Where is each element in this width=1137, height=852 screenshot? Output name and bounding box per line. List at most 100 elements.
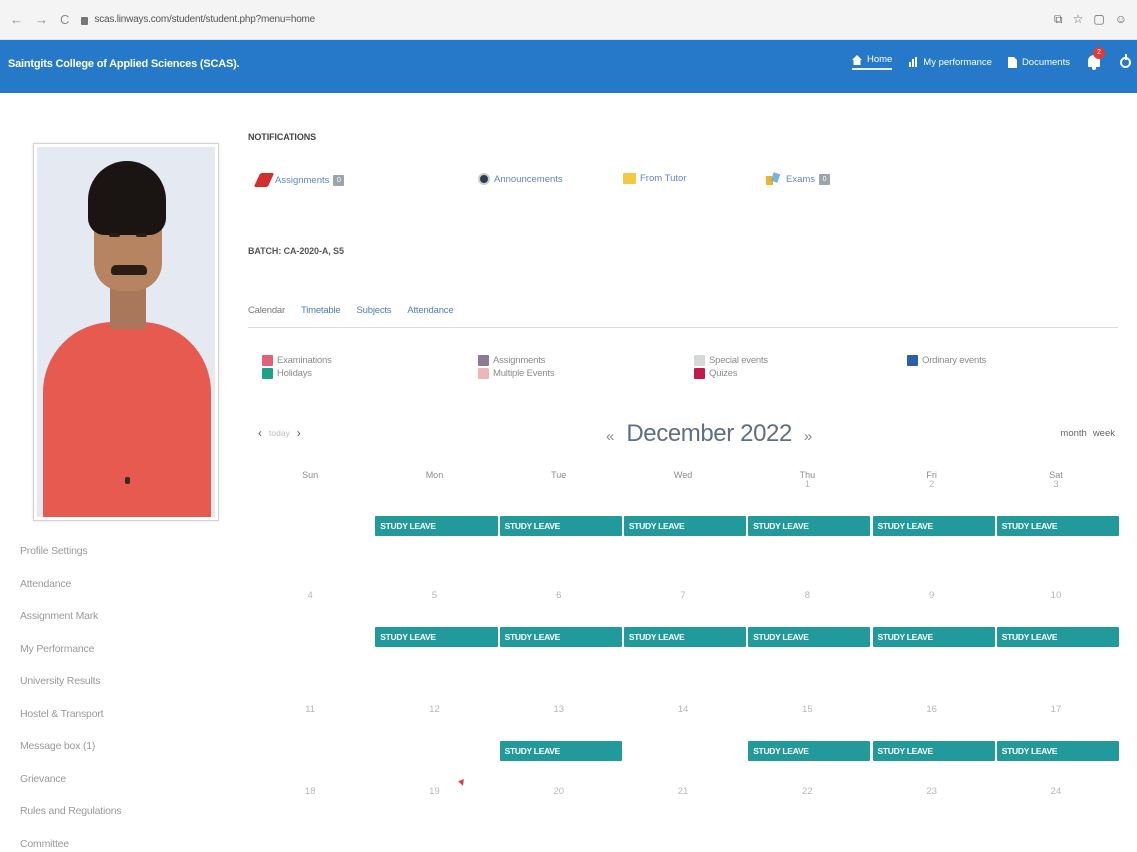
- profile-photo-frame: [33, 143, 219, 521]
- extensions-icon[interactable]: ▢: [1093, 12, 1104, 27]
- day-number[interactable]: 4: [248, 590, 372, 601]
- calendar-header: « December 2022 »: [606, 420, 812, 448]
- share-icon[interactable]: ⧉: [1054, 12, 1063, 27]
- nav-documents-label: Documents: [1021, 56, 1070, 68]
- day-number[interactable]: 9: [870, 590, 994, 601]
- calendar-event[interactable]: STUDY LEAVE: [748, 627, 871, 647]
- main-tabs: Calendar Timetable Subjects Attendance: [248, 305, 469, 316]
- legend-ordinary-events: Ordinary events: [907, 355, 986, 366]
- calendar-event[interactable]: STUDY LEAVE: [996, 627, 1120, 647]
- weekday-mon: Mon: [425, 470, 444, 480]
- legend-swatch: [694, 368, 705, 379]
- browser-toolbar: ← → C scas.linways.com/student/student.p…: [0, 0, 1137, 40]
- day-number[interactable]: 20: [497, 786, 621, 797]
- sidebar-item-my-performance[interactable]: My Performance: [20, 641, 121, 674]
- tab-calendar[interactable]: Calendar: [248, 305, 285, 316]
- calendar-event[interactable]: STUDY LEAVE: [996, 516, 1120, 536]
- calendar-event[interactable]: STUDY LEAVE: [872, 741, 995, 761]
- tab-subjects[interactable]: Subjects: [357, 305, 392, 316]
- calendar-event[interactable]: STUDY LEAVE: [499, 627, 622, 647]
- bell-icon[interactable]: 2: [1086, 47, 1105, 71]
- legend-assignments: Assignments: [478, 355, 545, 366]
- chevron-right-icon[interactable]: ›: [297, 426, 301, 440]
- sidebar-item-rules-regulations[interactable]: Rules and Regulations: [20, 803, 122, 836]
- calendar-event[interactable]: STUDY LEAVE: [375, 516, 498, 536]
- calendar-event[interactable]: STUDY LEAVE: [872, 516, 995, 536]
- notification-exams-label: Exams: [786, 174, 816, 185]
- top-nav: Home My performance Documents 2: [836, 47, 1131, 71]
- day-number[interactable]: 2: [870, 479, 994, 490]
- sidebar-item-profile-settings[interactable]: Profile Settings: [20, 543, 121, 576]
- calendar-event[interactable]: STUDY LEAVE: [499, 516, 622, 536]
- day-number[interactable]: 12: [372, 704, 496, 715]
- next-month-icon[interactable]: »: [804, 428, 812, 445]
- sidebar-item-message-box[interactable]: Message box (1): [20, 738, 121, 771]
- day-number[interactable]: 22: [745, 786, 869, 797]
- view-month-button[interactable]: month: [1060, 428, 1086, 439]
- tab-timetable[interactable]: Timetable: [301, 305, 341, 316]
- notification-exams[interactable]: Exams 0: [766, 172, 831, 186]
- photo-hair: [88, 161, 166, 235]
- nav-documents[interactable]: Documents: [1007, 56, 1070, 68]
- day-number[interactable]: 15: [745, 704, 869, 715]
- legend-label: Multiple Events: [493, 368, 555, 379]
- notification-from-tutor[interactable]: From Tutor: [623, 173, 686, 184]
- day-number[interactable]: 23: [870, 786, 994, 797]
- legend-label: Examinations: [277, 355, 332, 366]
- profile-icon[interactable]: ☺: [1115, 12, 1127, 27]
- legend-label: Assignments: [493, 355, 546, 366]
- calendar-event[interactable]: STUDY LEAVE: [623, 516, 747, 536]
- day-number[interactable]: 14: [621, 704, 745, 715]
- reload-icon[interactable]: C: [60, 12, 69, 27]
- back-icon[interactable]: ←: [10, 12, 23, 27]
- day-number[interactable]: 1: [745, 479, 869, 490]
- day-number[interactable]: 17: [994, 704, 1118, 715]
- calendar-event[interactable]: STUDY LEAVE: [996, 741, 1120, 761]
- photo-eye-right: [136, 233, 147, 237]
- tab-attendance[interactable]: Attendance: [407, 305, 453, 316]
- calendar-event[interactable]: STUDY LEAVE: [375, 627, 498, 647]
- sidebar-item-committee[interactable]: Committee: [20, 836, 121, 852]
- sidebar-item-university-results[interactable]: University Results: [20, 673, 121, 706]
- chevron-left-icon[interactable]: ‹: [258, 426, 262, 440]
- profile-photo: [37, 147, 215, 517]
- calendar-event[interactable]: STUDY LEAVE: [748, 741, 871, 761]
- calendar-event[interactable]: STUDY LEAVE: [748, 516, 871, 536]
- day-number[interactable]: 3: [994, 479, 1118, 490]
- notification-assignments[interactable]: Assignments 0: [253, 173, 345, 187]
- exams-icon-part2: [770, 172, 781, 183]
- view-week-button[interactable]: week: [1093, 428, 1115, 439]
- power-icon[interactable]: [1120, 53, 1131, 68]
- star-icon[interactable]: ☆: [1073, 12, 1084, 27]
- nav-my-performance[interactable]: My performance: [908, 57, 992, 68]
- today-button[interactable]: today: [269, 428, 290, 438]
- sidebar-item-assignment-mark[interactable]: Assignment Mark: [20, 608, 121, 641]
- day-number[interactable]: 11: [248, 704, 372, 715]
- day-number[interactable]: 13: [497, 704, 621, 715]
- sidebar-item-grievance[interactable]: Grievance: [20, 771, 121, 804]
- day-number[interactable]: 5: [372, 590, 496, 601]
- prev-month-icon[interactable]: «: [606, 428, 614, 445]
- day-number[interactable]: 21: [621, 786, 745, 797]
- day-number[interactable]: 18: [248, 786, 372, 797]
- day-number[interactable]: 8: [745, 590, 869, 601]
- address-bar[interactable]: scas.linways.com/student/student.php?men…: [94, 14, 315, 25]
- calendar-event[interactable]: STUDY LEAVE: [623, 627, 747, 647]
- day-number[interactable]: 7: [621, 590, 745, 601]
- day-number[interactable]: 24: [994, 786, 1118, 797]
- day-number[interactable]: 19: [372, 786, 496, 797]
- nav-home[interactable]: Home: [851, 54, 893, 70]
- calendar-event[interactable]: STUDY LEAVE: [872, 627, 995, 647]
- sidebar-item-hostel-transport[interactable]: Hostel & Transport: [20, 706, 121, 739]
- day-number[interactable]: 6: [497, 590, 621, 601]
- tabs-divider: [248, 327, 1118, 328]
- forward-icon[interactable]: →: [35, 12, 48, 27]
- notification-announcements[interactable]: Announcements: [478, 173, 563, 185]
- calendar-event[interactable]: STUDY LEAVE: [499, 741, 622, 761]
- document-icon: [1007, 56, 1017, 68]
- day-number[interactable]: 10: [994, 590, 1118, 601]
- legend-multiple-events: Multiple Events: [478, 368, 555, 379]
- notifications-title: NOTIFICATIONS: [248, 132, 317, 142]
- sidebar-item-attendance[interactable]: Attendance: [20, 576, 121, 609]
- day-number[interactable]: 16: [870, 704, 994, 715]
